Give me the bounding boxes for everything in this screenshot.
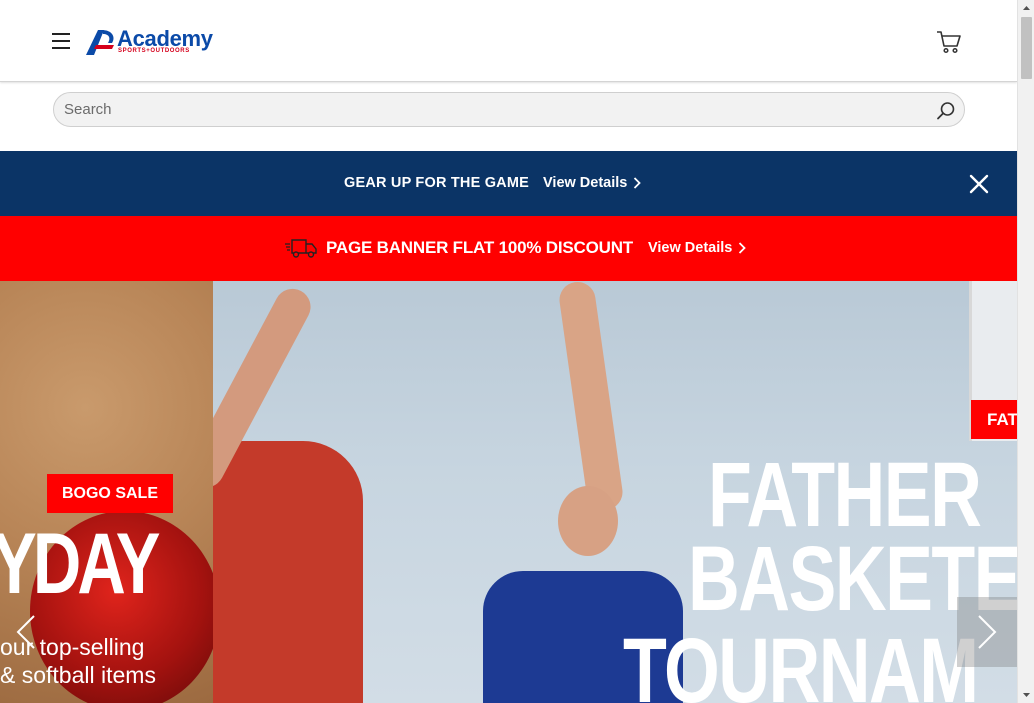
truck-icon (285, 239, 317, 258)
page: Academy SPORTS+OUTDOORS Search GEAR UP F… (0, 0, 1034, 703)
search-input[interactable] (64, 93, 924, 126)
promo-banner-secondary: PAGE BANNER FLAT 100% DISCOUNT View Deta… (0, 216, 1017, 281)
academy-logo[interactable]: Academy SPORTS+OUTDOORS (84, 25, 224, 59)
chevron-left-icon (16, 615, 35, 649)
hero-carousel: BOGO SALE YDAY our top-selling & softbal… (0, 281, 1017, 703)
chevron-right-icon (978, 615, 997, 649)
primary-view-details-link[interactable]: View Details (543, 175, 642, 191)
scroll-down-arrow-icon[interactable] (1018, 686, 1034, 703)
player-head-image (558, 486, 618, 556)
bogo-sale-badge: BOGO SALE (47, 474, 173, 513)
cart-icon[interactable] (936, 30, 962, 54)
logo-mark-icon (86, 30, 114, 55)
primary-view-details-label: View Details (543, 175, 628, 191)
promo-banner-primary: GEAR UP FOR THE GAME View Details (0, 151, 1017, 216)
primary-banner-title: GEAR UP FOR THE GAME (344, 175, 529, 191)
search-icon[interactable] (936, 101, 956, 121)
hero-slide-basketball[interactable]: FAT FATHER BASKETE TOURNAM (213, 281, 1017, 703)
right-slide-badge: FAT (971, 400, 1017, 439)
right-slide-headline-line3: TOURNAM (623, 620, 979, 703)
hamburger-icon[interactable] (52, 33, 70, 49)
secondary-view-details-link[interactable]: View Details (647, 240, 747, 256)
chevron-right-icon (739, 242, 747, 254)
secondary-view-details-label: View Details (647, 240, 733, 256)
secondary-banner-title: PAGE BANNER FLAT 100% DISCOUNT (326, 238, 633, 257)
search-bar (53, 92, 965, 127)
site-header: Academy SPORTS+OUTDOORS (0, 0, 1017, 82)
player-arm-raised-image (557, 281, 625, 513)
scrollbar-thumb[interactable] (1021, 17, 1032, 79)
viewport: Academy SPORTS+OUTDOORS Search GEAR UP F… (0, 0, 1017, 703)
left-slide-headline: YDAY (0, 516, 161, 612)
logo-tagline: SPORTS+OUTDOORS (118, 48, 190, 54)
carousel-prev-button[interactable] (0, 597, 56, 667)
chevron-right-icon (634, 177, 642, 189)
player-red-image (213, 441, 363, 703)
page-scrollbar[interactable] (1017, 0, 1034, 703)
carousel-next-button[interactable] (957, 597, 1017, 667)
scroll-up-arrow-icon[interactable] (1018, 0, 1034, 17)
close-icon[interactable] (969, 174, 989, 194)
